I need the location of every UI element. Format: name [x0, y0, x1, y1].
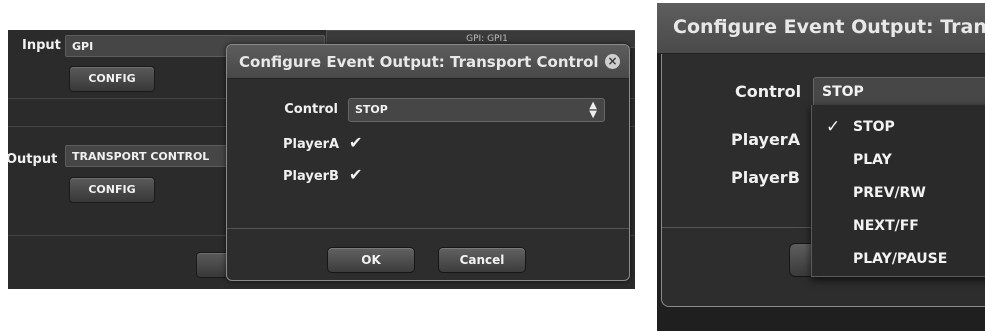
player-a-label: PlayerA: [283, 137, 340, 152]
dialog-titlebar: Configure Event Output: Transport Contro…: [227, 45, 629, 79]
zoom-control-label: Control: [735, 82, 802, 101]
input-config-button[interactable]: CONFIG: [69, 66, 155, 92]
control-label: Control: [284, 102, 338, 117]
input-label: Input: [22, 38, 61, 53]
dialog-divider: [227, 228, 629, 229]
dropdown-option-next-ff[interactable]: NEXT/FF: [812, 211, 985, 241]
checkmark-icon: ✓: [826, 117, 841, 137]
control-dropdown-menu: ✓ STOP PLAY PREV/RW NEXT/FF PLAY/PAUSE: [811, 105, 985, 277]
control-value: STOP: [355, 103, 388, 116]
output-config-button[interactable]: CONFIG: [69, 177, 155, 203]
zoom-dialog-title: Configure Event Output: Trans: [673, 16, 985, 38]
zoom-dialog-titlebar: Configure Event Output: Trans: [657, 3, 985, 54]
player-a-checkbox[interactable]: ✔: [349, 133, 362, 152]
zoom-player-a-label: PlayerA: [731, 130, 801, 149]
dropdown-option-play[interactable]: PLAY: [812, 145, 985, 175]
player-b-label: PlayerB: [283, 169, 339, 184]
zoom-player-b-label: PlayerB: [731, 168, 800, 187]
dropdown-option-stop[interactable]: ✓ STOP: [812, 112, 985, 142]
player-b-checkbox[interactable]: ✔: [349, 165, 362, 184]
ok-button[interactable]: OK: [327, 247, 415, 273]
output-label: Output: [8, 152, 58, 167]
output-select[interactable]: TRANSPORT CONTROL: [65, 145, 235, 167]
close-icon[interactable]: ×: [605, 54, 620, 69]
zoom-control-select[interactable]: STOP: [813, 77, 985, 108]
dropdown-option-prev-rw[interactable]: PREV/RW: [812, 178, 985, 208]
select-updown-icon: ▲ ▼: [589, 100, 597, 120]
zoomed-dialog-panel: Configure Event Output: Trans Control ST…: [657, 3, 985, 331]
cancel-button[interactable]: Cancel: [438, 247, 526, 273]
configure-event-output-dialog: Configure Event Output: Transport Contro…: [226, 44, 630, 281]
dialog-title: Configure Event Output: Transport Contro…: [239, 53, 599, 71]
background-app-panel: GPI: GPI1 Input GPI CONFIG Output TRANSP…: [8, 30, 635, 289]
dropdown-option-play-pause[interactable]: PLAY/PAUSE: [812, 244, 985, 274]
control-select[interactable]: STOP ▲ ▼: [348, 98, 605, 122]
